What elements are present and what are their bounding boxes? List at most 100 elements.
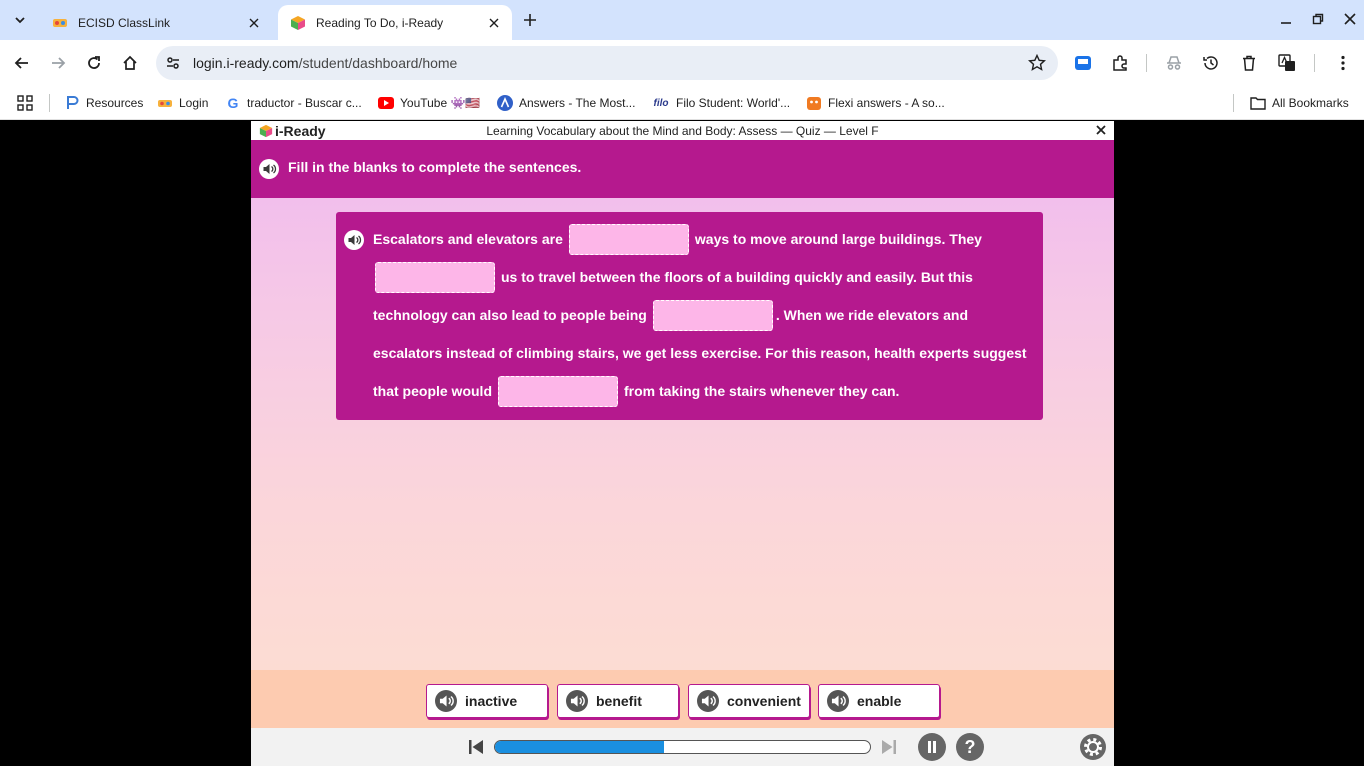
extensions-menu-button[interactable] (1109, 52, 1131, 74)
translate-icon (1278, 54, 1295, 71)
passage-line-3: technology can also lead to people being… (373, 299, 968, 331)
forward-button[interactable] (46, 51, 70, 75)
chevron-down-icon (15, 17, 25, 24)
tab-iready[interactable]: Reading To Do, i-Ready (278, 5, 512, 40)
minimize-icon (1281, 22, 1291, 24)
extension-button-2[interactable] (1163, 52, 1185, 74)
youtube-icon (378, 95, 394, 111)
blank-1[interactable] (568, 223, 689, 255)
settings-button[interactable] (1079, 733, 1107, 761)
all-bookmarks-button[interactable]: All Bookmarks (1250, 92, 1349, 114)
choice-word: convenient (727, 693, 801, 709)
apps-button[interactable] (16, 92, 34, 114)
passage-text: ways to move around large buildings. The… (694, 231, 982, 247)
bookmark-label: Answers - The Most... (519, 96, 636, 110)
bookmark-label: Resources (86, 96, 144, 110)
instruction-speaker-button[interactable] (259, 159, 279, 184)
gear-icon (1080, 734, 1106, 760)
choice-word: benefit (596, 693, 642, 709)
speaker-icon[interactable] (827, 690, 849, 712)
choice-inactive[interactable]: inactive (426, 684, 548, 718)
pause-icon (928, 741, 936, 753)
skip-back-icon (469, 740, 483, 754)
apps-grid-icon (17, 95, 33, 111)
minimize-button[interactable] (1274, 8, 1298, 30)
tab-close-icon[interactable] (484, 13, 504, 33)
passage-line-4: escalators instead of climbing stairs, w… (373, 337, 1027, 369)
site-info-icon[interactable] (164, 54, 182, 72)
speaker-icon[interactable] (566, 690, 588, 712)
bookmarks-bar: Resources Login G traductor - Buscar c..… (0, 86, 1364, 120)
extension-button-1[interactable] (1072, 52, 1094, 74)
quiz-title: Learning Vocabulary about the Mind and B… (486, 124, 879, 138)
bookmark-label: Login (179, 96, 209, 110)
passage-line-5: that people would from taking the stairs… (373, 375, 899, 407)
close-window-button[interactable] (1338, 8, 1362, 30)
back-button[interactable] (10, 51, 34, 75)
restore-button[interactable] (1306, 8, 1330, 30)
all-bookmarks-label: All Bookmarks (1272, 96, 1349, 110)
speaker-icon[interactable] (435, 690, 457, 712)
tab-title: ECISD ClassLink (78, 15, 171, 30)
choice-convenient[interactable]: convenient (688, 684, 810, 718)
home-button[interactable] (118, 51, 142, 75)
quiz-control-bar: ? (251, 728, 1114, 766)
browser-menu-button[interactable] (1332, 52, 1354, 74)
help-icon: ? (964, 736, 976, 757)
bookmark-filo[interactable]: filo Filo Student: World'... (652, 92, 791, 114)
close-quiz-icon[interactable] (1094, 123, 1108, 137)
bookmark-traductor[interactable]: G traductor - Buscar c... (225, 92, 362, 114)
choice-enable[interactable]: enable (818, 684, 940, 718)
choice-word: enable (857, 693, 902, 709)
progress-bar (494, 740, 871, 754)
passage-speaker-button[interactable] (344, 230, 364, 255)
passage-text: from taking the stairs whenever they can… (624, 383, 900, 399)
pause-button[interactable] (918, 733, 946, 761)
bookmark-youtube[interactable]: YouTube 👾🇺🇸 (378, 92, 480, 114)
filo-icon: filo (653, 97, 669, 109)
home-icon (123, 55, 137, 70)
help-button[interactable]: ? (956, 733, 984, 761)
classlink-favicon-icon (53, 18, 67, 27)
passage-text: escalators instead of climbing stairs, w… (373, 345, 1027, 361)
delete-button[interactable] (1238, 52, 1260, 74)
skip-forward-icon (882, 740, 896, 754)
blank-4[interactable] (498, 375, 618, 407)
tab-close-icon[interactable] (244, 13, 264, 33)
bookmark-star-icon[interactable] (1028, 54, 1046, 72)
bookmark-login[interactable]: Login (157, 92, 208, 114)
answer-choices-bar: inactive benefit convenient enable (251, 670, 1114, 728)
tab-search-button[interactable] (6, 6, 34, 34)
previous-button[interactable] (464, 735, 488, 759)
translate-button[interactable] (1276, 52, 1298, 74)
reload-button[interactable] (82, 51, 106, 75)
close-icon (1344, 13, 1356, 25)
url-host: login.i-ready.com (193, 55, 299, 71)
instruction-text: Fill in the blanks to complete the sente… (288, 159, 582, 175)
passage-card: Escalators and elevators are ways to mov… (336, 212, 1043, 420)
blank-3[interactable] (652, 299, 773, 331)
arrow-right-icon (52, 57, 66, 69)
history-button[interactable] (1200, 52, 1222, 74)
next-button[interactable] (877, 735, 901, 759)
passage-line-2: us to travel between the floors of a bui… (370, 261, 973, 293)
classlink-icon (157, 95, 173, 111)
bookmark-label: Filo Student: World'... (676, 96, 791, 110)
toolbar-divider (1314, 54, 1315, 72)
speaker-icon[interactable] (697, 690, 719, 712)
kebab-menu-icon (1341, 55, 1345, 71)
bookmark-answers[interactable]: Answers - The Most... (497, 92, 635, 114)
progress-fill (495, 741, 664, 753)
bookmark-resources[interactable]: Resources (64, 92, 143, 114)
quiz-header: i-Ready Learning Vocabulary about the Mi… (251, 121, 1114, 140)
tab-classlink[interactable]: ECISD ClassLink (40, 5, 272, 40)
new-tab-button[interactable] (518, 8, 542, 32)
folder-icon (1250, 95, 1266, 111)
bookmark-flexi[interactable]: Flexi answers - A so... (806, 92, 945, 114)
choice-benefit[interactable]: benefit (557, 684, 679, 718)
extension-blue-icon (1075, 56, 1091, 70)
bookmark-label: YouTube 👾🇺🇸 (400, 96, 481, 110)
address-bar[interactable]: login.i-ready.com/student/dashboard/home (156, 46, 1058, 80)
arrow-left-icon (14, 57, 28, 69)
blank-2[interactable] (375, 261, 495, 293)
